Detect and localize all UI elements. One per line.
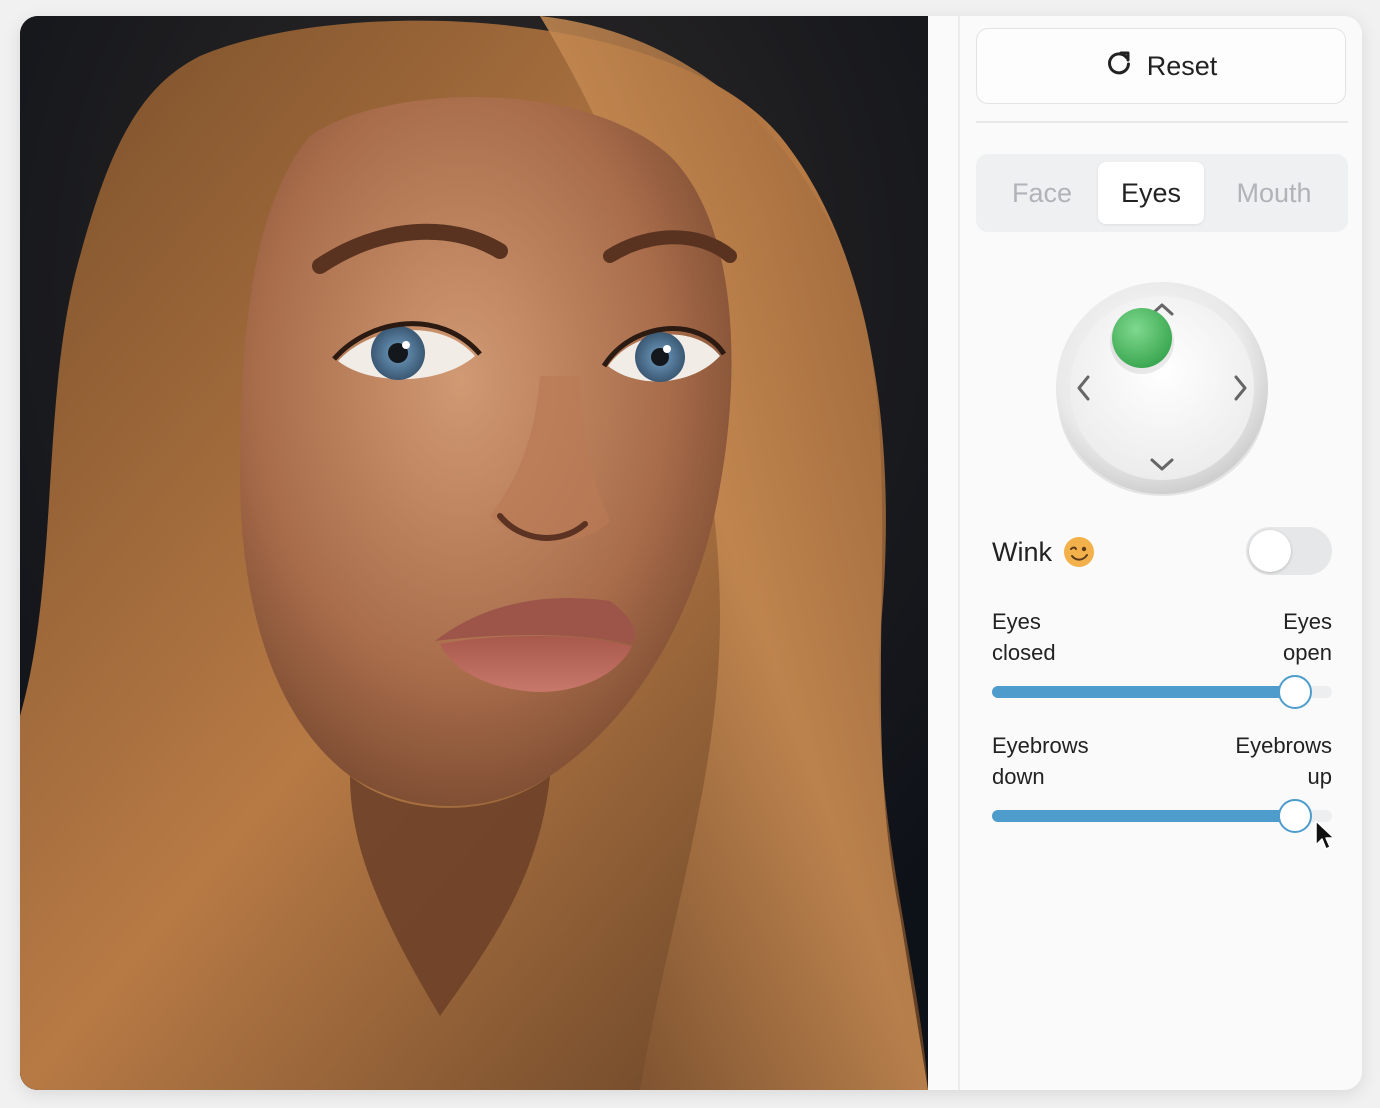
eyes-closed-label: Eyes closed — [992, 609, 1056, 665]
editor-card: Reset Face Eyes Mouth Wink Eyes closed E… — [20, 16, 1362, 1090]
portrait-image — [20, 16, 928, 1090]
eyes-slider-fill — [992, 686, 1295, 698]
eyebrows-slider-fill — [992, 810, 1295, 822]
wink-text: Wink — [992, 537, 1052, 567]
tab-eyes[interactable]: Eyes — [1098, 162, 1204, 224]
eyes-open-label: Eyes open — [1283, 609, 1332, 665]
feature-tabs: Face Eyes Mouth — [976, 154, 1348, 232]
wink-toggle[interactable] — [1246, 527, 1332, 575]
wink-label: Wink — [992, 532, 1096, 572]
gaze-joystick[interactable] — [1052, 278, 1272, 502]
winking-face-icon — [1062, 535, 1096, 569]
eyebrows-slider-group: Eyebrows down Eyebrows up — [992, 730, 1332, 840]
eyebrows-down-label: Eyebrows down — [992, 733, 1089, 789]
divider — [976, 121, 1348, 123]
tab-mouth[interactable]: Mouth — [1210, 162, 1338, 224]
controls-panel: Reset Face Eyes Mouth Wink Eyes closed E… — [960, 16, 1362, 1090]
tab-face[interactable]: Face — [986, 162, 1098, 224]
reset-button[interactable]: Reset — [976, 28, 1346, 104]
toggle-knob — [1249, 530, 1291, 572]
eyes-slider-thumb[interactable] — [1277, 675, 1312, 709]
eyebrows-slider-track[interactable] — [992, 799, 1332, 833]
reset-icon — [1105, 49, 1133, 84]
reset-label: Reset — [1146, 50, 1218, 81]
joystick-knob[interactable] — [1112, 308, 1172, 368]
eyes-slider-track[interactable] — [992, 675, 1332, 709]
eyes-slider-group: Eyes closed Eyes open — [992, 606, 1332, 716]
eyebrows-up-label: Eyebrows up — [1235, 733, 1332, 789]
mouse-pointer-icon — [1314, 819, 1336, 858]
eyebrows-slider-thumb[interactable] — [1277, 799, 1312, 833]
